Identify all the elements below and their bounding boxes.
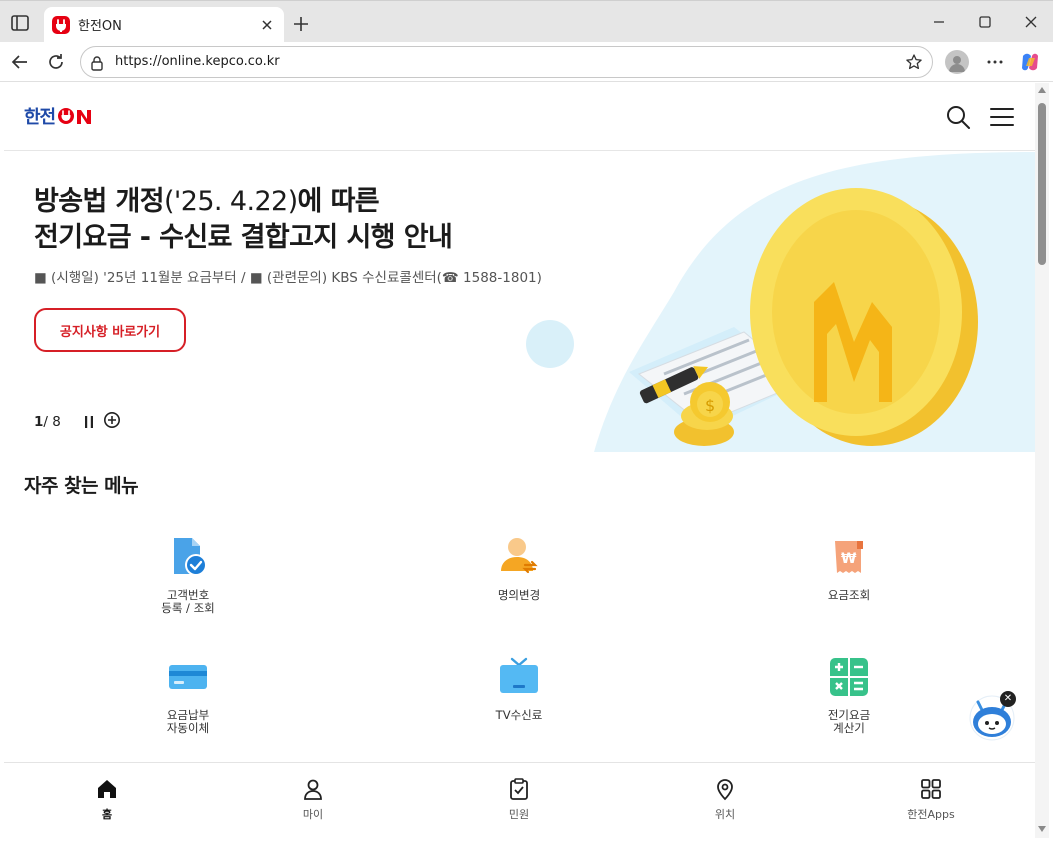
browser-tab-active[interactable]: 한전ON xyxy=(44,7,284,43)
bottom-nav-civil-service[interactable]: 민원 xyxy=(479,777,559,822)
scrollbar-thumb[interactable] xyxy=(1038,103,1046,265)
bottom-nav-location[interactable]: 위치 xyxy=(685,777,765,822)
pause-icon[interactable] xyxy=(82,414,96,428)
credit-card-icon xyxy=(169,665,207,689)
favorite-star-icon[interactable] xyxy=(905,53,923,75)
bottom-navigation: 홈 마이 민원 위치 한전Apps xyxy=(4,762,1035,838)
menu-item-name-change[interactable]: 명의변경 xyxy=(439,535,599,602)
search-icon[interactable] xyxy=(944,103,972,131)
location-pin-icon xyxy=(717,779,733,801)
menu-label: 요금조회 xyxy=(827,588,871,602)
hero-illustration-coins: $ xyxy=(504,152,1035,452)
window-close-icon[interactable] xyxy=(1020,11,1042,33)
scroll-up-arrow-icon[interactable] xyxy=(1038,87,1046,93)
minimize-icon[interactable] xyxy=(928,11,950,33)
menu-label: 요금납부 자동이체 xyxy=(166,708,210,735)
more-options-icon[interactable] xyxy=(983,50,1007,74)
hero-title-bold-a: 방송법 개정 xyxy=(34,186,165,217)
bottom-nav-apps[interactable]: 한전Apps xyxy=(891,777,971,822)
bottom-nav-label: 한전Apps xyxy=(907,808,955,821)
bottom-nav-label: 마이 xyxy=(302,808,324,821)
bill-won-icon: ₩ xyxy=(835,541,863,573)
bottom-nav-label: 홈 xyxy=(101,808,113,821)
notice-shortcut-button[interactable]: 공지사항 바로가기 xyxy=(34,308,186,352)
hero-title-date: ('25. 4.22) xyxy=(164,186,298,217)
tab-title: 한전ON xyxy=(78,19,122,34)
bottom-nav-home[interactable]: 홈 xyxy=(67,777,147,822)
menu-item-tv-fee[interactable]: TV수신료 xyxy=(439,655,599,722)
bottom-nav-my[interactable]: 마이 xyxy=(273,777,353,822)
person-change-icon xyxy=(501,538,538,574)
hero-title-line2: 전기요금 - 수신료 결합고지 시행 안내 xyxy=(34,222,453,253)
kepco-on-logo[interactable]: 한전 xyxy=(24,105,94,128)
clipboard-check-icon xyxy=(510,778,528,800)
maximize-icon[interactable] xyxy=(974,11,996,33)
svg-text:₩: ₩ xyxy=(841,551,857,567)
browser-tab-bar: 한전ON xyxy=(0,0,1053,43)
hero-title-line1: 방송법 개정('25. 4.22)에 따른 xyxy=(34,184,452,220)
bottom-nav-label: 위치 xyxy=(714,808,736,821)
menu-item-bill-calculator[interactable]: 전기요금 계산기 xyxy=(769,655,929,735)
logo-on-mark xyxy=(56,106,94,126)
address-bar[interactable]: https://online.kepco.co.kr xyxy=(80,46,933,78)
menu-label: 고객번호 등록 / 조회 xyxy=(161,588,215,615)
hamburger-menu-icon[interactable] xyxy=(988,103,1016,131)
kepco-favicon-icon xyxy=(52,16,70,34)
pager-current: 1 xyxy=(34,414,44,430)
hero-banner[interactable]: $ 방송법 개정('25. 4.22)에 따른 전기요금 - 수신료 결합고지 … xyxy=(4,152,1035,452)
profile-avatar-icon[interactable] xyxy=(945,50,969,74)
logo-text: 한전 xyxy=(24,107,56,128)
home-icon xyxy=(98,780,116,798)
pager-total: / 8 xyxy=(43,414,61,430)
chatbot-close-icon[interactable]: ✕ xyxy=(1000,691,1016,707)
apps-grid-icon xyxy=(921,779,941,799)
menu-item-customer-number[interactable]: 고객번호 등록 / 조회 xyxy=(108,535,268,615)
menu-item-auto-payment[interactable]: 요금납부 자동이체 xyxy=(108,655,268,735)
back-arrow-icon[interactable] xyxy=(8,50,32,74)
address-toolbar: https://online.kepco.co.kr xyxy=(0,42,1053,82)
menu-label: 전기요금 계산기 xyxy=(827,708,871,735)
lock-icon[interactable] xyxy=(90,55,104,75)
slide-pager: 1/ 8 xyxy=(34,414,61,430)
calculator-icon xyxy=(830,658,868,696)
menu-item-bill-inquiry[interactable]: ₩ 요금조회 xyxy=(769,535,929,602)
expand-plus-icon[interactable] xyxy=(103,411,121,429)
scroll-down-arrow-icon[interactable] xyxy=(1038,826,1046,832)
frequent-menu-title: 자주 찾는 메뉴 xyxy=(24,475,139,497)
tv-icon xyxy=(500,657,538,693)
page-viewport: 한전 $ 방송법 개정('25. 4.22)에 따른 전기요금 - 수신료 결합… xyxy=(4,83,1035,838)
hero-title: 방송법 개정('25. 4.22)에 따른 전기요금 - 수신료 결합고지 시행… xyxy=(34,184,453,256)
tab-actions-icon[interactable] xyxy=(8,11,32,35)
new-tab-plus-icon[interactable] xyxy=(290,13,312,35)
hero-subtitle: ■ (시행일) '25년 11월분 요금부터 / ■ (관련문의) KBS 수신… xyxy=(34,270,542,286)
bottom-nav-label: 민원 xyxy=(508,808,530,821)
url-text: https://online.kepco.co.kr xyxy=(115,54,280,69)
reload-icon[interactable] xyxy=(44,50,68,74)
person-icon xyxy=(304,779,322,800)
document-check-icon xyxy=(174,538,207,576)
copilot-icon[interactable] xyxy=(1018,50,1042,74)
svg-text:$: $ xyxy=(705,396,715,415)
page-scrollbar[interactable] xyxy=(1035,83,1049,838)
tab-close-icon[interactable] xyxy=(258,16,276,34)
hero-title-bold-b: 에 따른 xyxy=(297,186,380,217)
site-header: 한전 xyxy=(4,83,1035,151)
menu-label: 명의변경 xyxy=(497,588,541,602)
menu-label: TV수신료 xyxy=(495,708,543,722)
